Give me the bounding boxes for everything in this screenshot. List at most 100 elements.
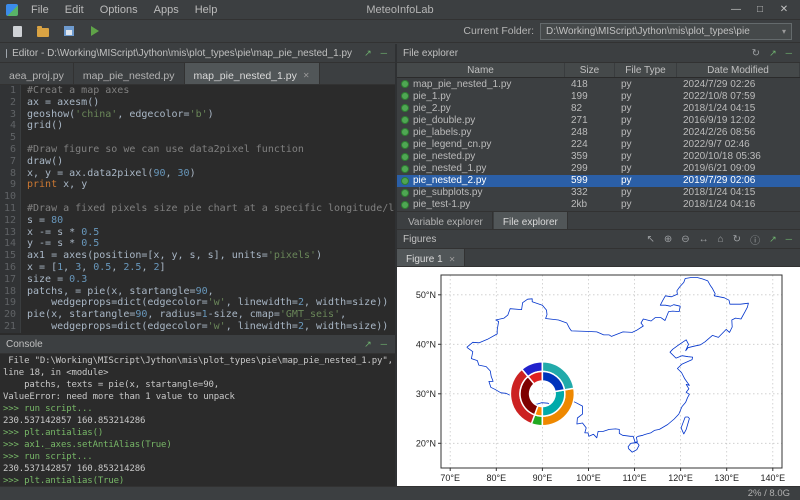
menu-edit[interactable]: Edit <box>57 2 92 18</box>
code-text: wedgeprops=dict(edgecolor='w', linewidth… <box>27 297 388 309</box>
python-file-icon <box>401 153 409 161</box>
tab-variable-explorer[interactable]: Variable explorer <box>399 212 493 229</box>
file-explorer-title: File explorer <box>403 48 458 59</box>
column-header-date-modified[interactable]: Date Modified <box>677 63 800 77</box>
current-folder-label: Current Folder: <box>463 25 534 37</box>
editor-tab[interactable]: map_pie_nested_1.py✕ <box>185 63 320 84</box>
figure-canvas[interactable]: 70°E80°E90°E100°E110°E120°E130°E140°E20°… <box>397 267 800 486</box>
file-row[interactable]: pie_subplots.py332py2018/1/24 04:15 <box>397 187 800 199</box>
console-output[interactable]: File "D:\Working\MIScript\Jython\mis\plo… <box>0 354 395 486</box>
column-header-size[interactable]: Size <box>565 63 615 77</box>
pan-icon[interactable]: ↔ <box>697 234 711 245</box>
identify-icon[interactable]: ⓘ <box>748 232 762 247</box>
file-table-header[interactable]: NameSizeFile TypeDate Modified <box>397 63 800 78</box>
editor-tab[interactable]: aea_proj.py <box>0 63 74 84</box>
tab-close-icon[interactable]: ✕ <box>449 255 456 264</box>
svg-text:80°E: 80°E <box>486 473 506 483</box>
editor-tabs: aea_proj.pymap_pie_nested.pymap_pie_nest… <box>0 63 395 85</box>
menu-help[interactable]: Help <box>187 2 226 18</box>
code-line: 5 <box>0 132 395 144</box>
console-line: ValueError: need more than 1 value to un… <box>3 391 392 403</box>
console-panel-title: Console <box>6 339 43 350</box>
file-row[interactable]: pie_test-1.py2kbpy2018/1/24 04:16 <box>397 199 800 211</box>
code-text: #Creat a map axes <box>27 85 129 97</box>
collapse-panel-icon[interactable]: ─ <box>784 48 794 58</box>
line-number: 16 <box>0 262 21 274</box>
open-file-button[interactable] <box>34 22 52 40</box>
file-name: pie_nested_1.py <box>413 163 486 174</box>
menu-file[interactable]: File <box>23 2 57 18</box>
file-row[interactable]: pie_nested_1.py299py2019/6/21 09:09 <box>397 163 800 175</box>
file-row[interactable]: pie_nested.py359py2020/10/18 05:36 <box>397 151 800 163</box>
tab-close-icon[interactable]: ✕ <box>303 71 310 80</box>
file-row[interactable]: pie_labels.py248py2024/2/26 08:56 <box>397 126 800 138</box>
file-size-cell: 599 <box>565 175 615 186</box>
app-logo-icon <box>6 4 18 16</box>
code-text: y -= s * 0.5 <box>27 238 99 250</box>
status-bar: 2% / 8.0G <box>0 486 800 500</box>
python-file-icon <box>401 141 409 149</box>
file-row[interactable]: pie_legend_cn.py224py2022/9/7 02:46 <box>397 138 800 150</box>
code-line: 11#Draw a fixed pixels size pie chart at… <box>0 203 395 215</box>
memory-indicator[interactable]: 2% / 8.0G <box>748 488 790 499</box>
new-script-button[interactable] <box>8 22 26 40</box>
zoom-in-icon[interactable]: ⊕ <box>662 234 674 245</box>
file-date-cell: 2022/9/7 02:46 <box>677 139 800 150</box>
code-text: x -= s * 0.5 <box>27 227 99 239</box>
dropdown-arrow-icon[interactable]: ▾ <box>782 27 786 36</box>
console-panel-header: Console ↗ ─ <box>0 335 395 354</box>
float-panel-icon[interactable]: ↗ <box>362 48 374 59</box>
file-date-cell: 2018/1/24 04:16 <box>677 199 800 210</box>
line-number: 13 <box>0 227 21 239</box>
code-text: #Draw figure so we can use data2pixel fu… <box>27 144 304 156</box>
figure-tab[interactable]: Figure 1 ✕ <box>397 249 465 266</box>
line-number: 21 <box>0 321 21 333</box>
line-number: 17 <box>0 274 21 286</box>
figures-panel-title: Figures <box>403 234 436 245</box>
file-name: pie_1.py <box>413 91 451 102</box>
column-header-file-type[interactable]: File Type <box>615 63 677 77</box>
menu-apps[interactable]: Apps <box>146 2 187 18</box>
close-button[interactable]: ✕ <box>772 4 796 15</box>
file-row[interactable]: pie_1.py199py2022/10/8 07:59 <box>397 90 800 102</box>
console-line: >>> run script... <box>3 451 392 463</box>
svg-text:100°E: 100°E <box>576 473 601 483</box>
float-panel-icon[interactable]: ↗ <box>767 48 779 59</box>
figure-tabs: Figure 1 ✕ <box>397 249 800 267</box>
collapse-panel-icon[interactable]: ─ <box>379 48 389 58</box>
save-button[interactable] <box>60 22 78 40</box>
zoom-out-icon[interactable]: ⊖ <box>679 234 691 245</box>
line-number: 9 <box>0 179 21 191</box>
float-panel-icon[interactable]: ↗ <box>767 234 779 245</box>
refresh-icon[interactable]: ↻ <box>750 48 762 59</box>
file-date-cell: 2019/6/21 09:09 <box>677 163 800 174</box>
float-panel-icon[interactable]: ↗ <box>362 339 374 350</box>
file-type-cell: py <box>615 163 677 174</box>
console-line: line 18, in <module> <box>3 367 392 379</box>
tab-file-explorer[interactable]: File explorer <box>494 212 568 229</box>
menu-options[interactable]: Options <box>92 2 146 18</box>
editor-tab[interactable]: map_pie_nested.py <box>74 63 185 84</box>
file-name-cell: pie_1.py <box>397 91 565 102</box>
file-table: map_pie_nested_1.py418py2024/7/29 02:26p… <box>397 78 800 211</box>
main-toolbar: Current Folder: D:\Working\MIScript\Jyth… <box>0 20 800 43</box>
select-cursor-icon[interactable]: ↖ <box>644 234 656 245</box>
svg-text:120°E: 120°E <box>668 473 693 483</box>
file-row[interactable]: pie_2.py82py2018/1/24 04:15 <box>397 102 800 114</box>
column-header-name[interactable]: Name <box>397 63 565 77</box>
code-line: 16x = [1, 3, 0.5, 2.5, 2] <box>0 262 395 274</box>
maximize-button[interactable]: □ <box>748 4 772 15</box>
file-row[interactable]: map_pie_nested_1.py418py2024/7/29 02:26 <box>397 78 800 90</box>
minimize-button[interactable]: — <box>724 4 748 15</box>
collapse-panel-icon[interactable]: ─ <box>379 339 389 349</box>
run-button[interactable] <box>86 22 104 40</box>
file-row[interactable]: pie_nested_2.py599py2019/7/29 02:06 <box>397 175 800 187</box>
console-line: >>> ax1._axes.setAntiAlias(True) <box>3 439 392 451</box>
code-text: x, y = ax.data2pixel(90, 30) <box>27 168 196 180</box>
code-editor[interactable]: 1#Creat a map axes2ax = axesm()3geoshow(… <box>0 85 395 335</box>
collapse-panel-icon[interactable]: ─ <box>784 234 794 244</box>
current-folder-combobox[interactable]: D:\Working\MIScript\Jython\mis\plot_type… <box>540 23 792 40</box>
full-extent-icon[interactable]: ⌂ <box>716 234 726 245</box>
file-row[interactable]: pie_double.py271py2016/9/19 12:02 <box>397 114 800 126</box>
rotate-icon[interactable]: ↻ <box>731 234 743 245</box>
